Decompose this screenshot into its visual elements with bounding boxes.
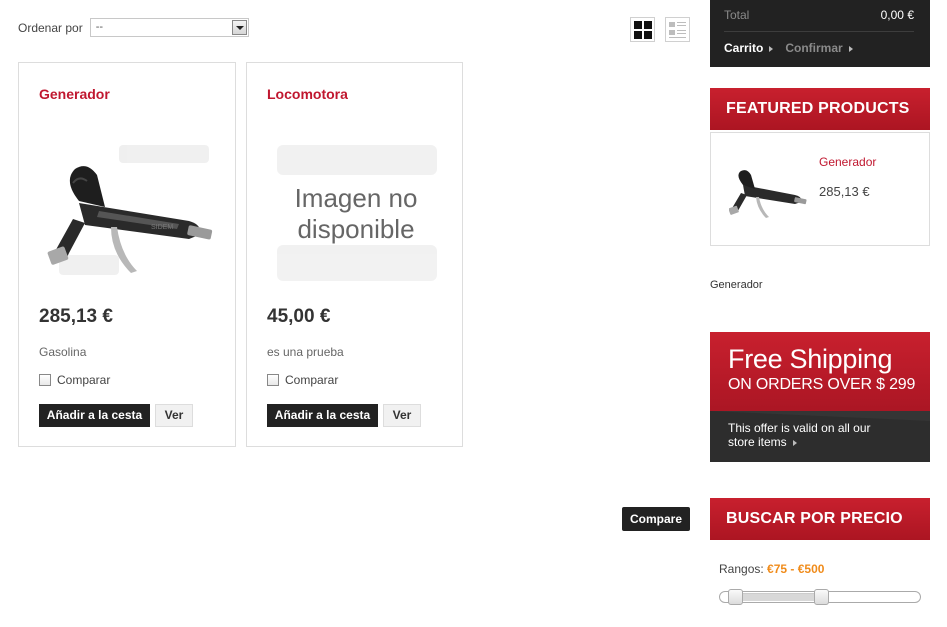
chevron-down-icon[interactable] (231, 20, 247, 35)
product-title[interactable]: Generador (39, 86, 110, 102)
compare-checkbox-row[interactable]: Comparar (39, 373, 110, 387)
slider-min-handle[interactable] (728, 589, 743, 605)
featured-product-price: 285,13 € (819, 184, 870, 199)
product-description: es una prueba (267, 345, 344, 359)
shipping-banner-top: Free Shipping ON ORDERS OVER $ 299 (710, 332, 930, 411)
sort-selected-value: -- (95, 21, 104, 33)
product-card: Generador SIDEM 285,13 € Gasolina Compar… (18, 62, 236, 447)
add-to-cart-button[interactable]: Añadir a la cesta (267, 404, 378, 427)
grid-view-button[interactable] (630, 17, 655, 42)
cart-step-link[interactable]: Carrito (724, 41, 774, 55)
placeholder-text-line1: Imagen no (295, 183, 418, 213)
sort-select[interactable]: -- (89, 18, 249, 37)
product-title[interactable]: Locomotora (267, 86, 348, 102)
compare-checkbox[interactable] (39, 374, 51, 386)
compare-checkbox[interactable] (267, 374, 279, 386)
price-range-value: €75 - €500 (767, 562, 825, 576)
cart-total-value: 0,00 € (880, 8, 914, 22)
view-button[interactable]: Ver (155, 404, 193, 427)
shipping-subtitle: ON ORDERS OVER $ 299 (728, 376, 916, 393)
product-image[interactable]: SIDEM (39, 125, 219, 295)
cart-divider (724, 31, 914, 32)
price-search-heading: BUSCAR POR PRECIO (710, 498, 930, 540)
cart-summary: Total 0,00 € Carrito Confirmar (710, 0, 930, 67)
featured-product-name[interactable]: Generador (819, 155, 876, 169)
cart-steps: Carrito Confirmar (724, 41, 853, 55)
add-to-cart-button[interactable]: Añadir a la cesta (39, 404, 150, 427)
shipping-banner-bottom: This offer is valid on all our store ite… (710, 411, 930, 462)
spray-gun-icon (728, 170, 807, 218)
compare-label: Comparar (57, 373, 111, 387)
featured-products-heading: FEATURED PRODUCTS (710, 88, 930, 130)
product-image-placeholder[interactable]: Imagen no disponible (267, 125, 447, 295)
compare-checkbox-row[interactable]: Comparar (267, 373, 338, 387)
compare-label: Comparar (285, 373, 339, 387)
compare-button[interactable]: Compare (622, 507, 690, 531)
caret-right-icon (769, 46, 774, 52)
view-button[interactable]: Ver (383, 404, 421, 427)
svg-text:SIDEM: SIDEM (151, 224, 173, 231)
shipping-title: Free Shipping (728, 344, 893, 374)
product-price: 285,13 € (39, 306, 113, 327)
slider-max-handle[interactable] (814, 589, 829, 605)
free-shipping-banner[interactable]: Free Shipping ON ORDERS OVER $ 299 This … (710, 332, 930, 462)
sort-bar: Ordenar por -- (18, 18, 249, 37)
cart-total-label: Total (724, 8, 750, 22)
spray-gun-icon: SIDEM (47, 145, 213, 275)
product-description: Gasolina (39, 345, 87, 359)
caret-right-icon (792, 440, 797, 446)
price-range-slider[interactable] (719, 589, 921, 605)
featured-product-image[interactable] (728, 169, 809, 219)
product-card: Locomotora Imagen no disponible 45,00 € … (246, 62, 463, 447)
shipping-offer-text: This offer is valid on all our store ite… (728, 421, 871, 449)
placeholder-text-line2: disponible (297, 214, 414, 244)
list-view-button[interactable] (665, 17, 690, 42)
sidebar-text: Generador (710, 279, 763, 291)
cart-total-row: Total 0,00 € (724, 8, 914, 22)
confirm-step-link[interactable]: Confirmar (785, 41, 853, 55)
sort-label: Ordenar por (18, 20, 83, 35)
price-range-label: Rangos: €75 - €500 (719, 562, 825, 576)
featured-product-item: Generador 285,13 € (710, 132, 930, 246)
slider-range-fill (734, 593, 822, 601)
product-price: 45,00 € (267, 306, 331, 327)
caret-right-icon (848, 46, 853, 52)
